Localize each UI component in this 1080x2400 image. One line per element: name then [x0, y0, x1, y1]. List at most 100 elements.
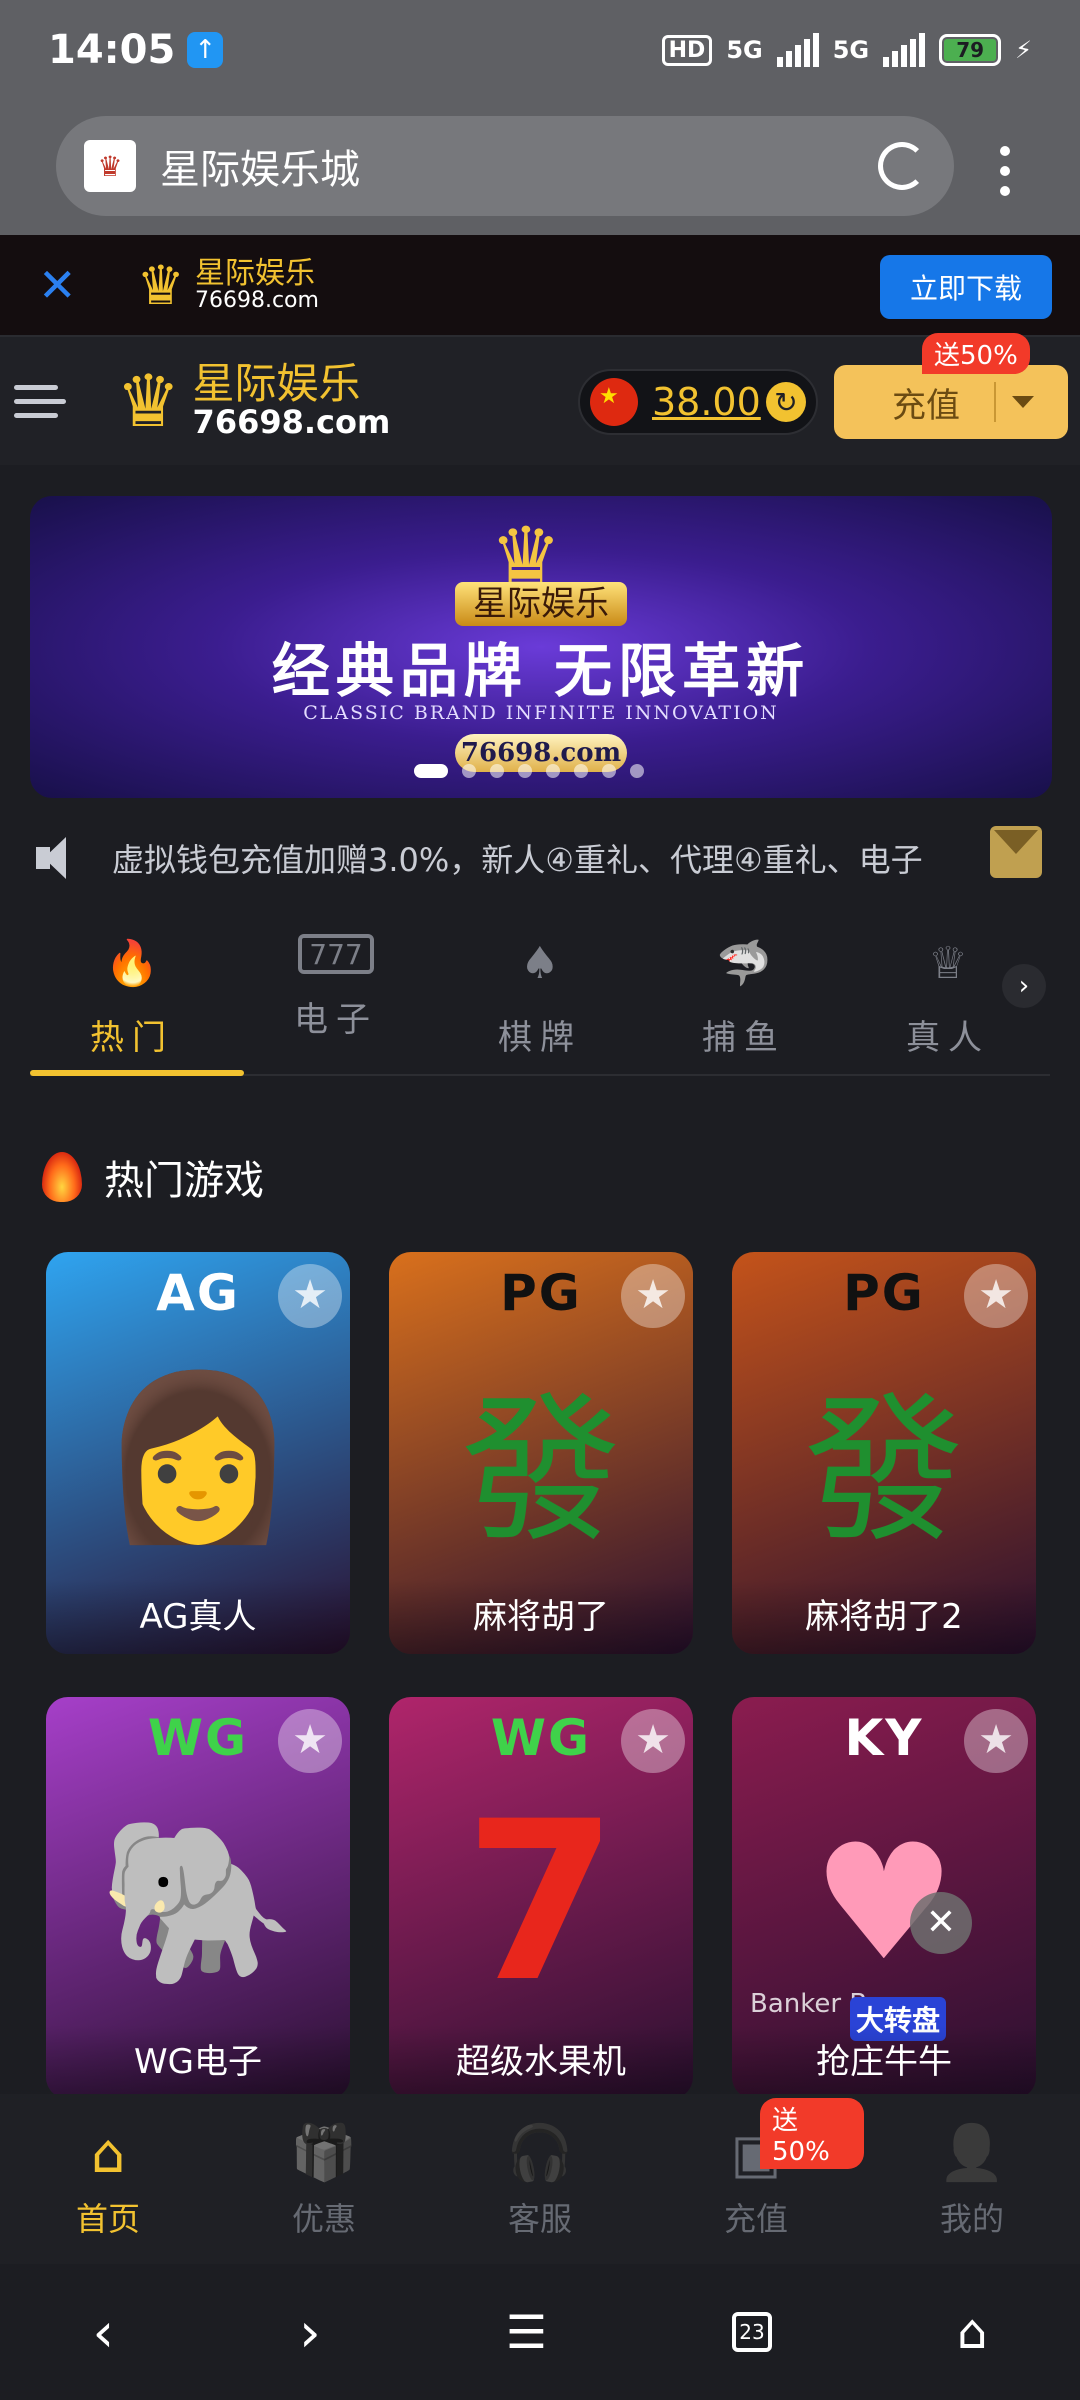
seven-icon: 7	[464, 1774, 618, 2030]
recharge-button[interactable]: 充值	[834, 365, 1068, 439]
signal-icon	[883, 33, 926, 67]
tab-category[interactable]: ♠ 棋牌	[438, 904, 642, 1074]
battery-level: 79	[944, 39, 997, 61]
elephant-icon: 🐘	[98, 1807, 298, 1995]
mahjong-icon: 發	[460, 1377, 621, 1564]
section-title: 热门游戏	[104, 1158, 264, 1204]
game-card[interactable]: 發 PG ★ 麻将胡了2	[732, 1252, 1036, 1654]
game-name: 抢庄牛牛	[732, 2025, 1036, 2099]
game-card[interactable]: 發 PG ★ 麻将胡了	[389, 1252, 693, 1654]
tab-category[interactable]: 🔥 热门	[30, 904, 244, 1076]
favorite-star-icon[interactable]: ★	[278, 1709, 342, 1773]
tab-label: 真人	[906, 1018, 990, 1058]
favorite-star-icon[interactable]: ★	[621, 1264, 685, 1328]
tab-label: 棋牌	[498, 1018, 582, 1058]
recharge-label: 充值	[892, 385, 960, 426]
menu-icon[interactable]	[14, 384, 66, 418]
active-tab-indicator	[30, 1070, 244, 1076]
tab-label: 电子	[294, 1000, 378, 1040]
crown-icon: ♛	[136, 253, 185, 317]
favorite-star-icon[interactable]: ★	[621, 1709, 685, 1773]
china-flag-icon	[590, 378, 638, 426]
game-name: WG电子	[46, 2025, 350, 2099]
carousel-dot[interactable]	[630, 764, 644, 778]
download-button[interactable]: 立即下载	[880, 255, 1052, 319]
tabs-count-icon[interactable]: 23	[731, 2312, 772, 2352]
reload-icon[interactable]	[878, 142, 926, 190]
slot-777-icon: 777	[298, 934, 374, 974]
fire-icon: 🔥	[104, 938, 160, 989]
carousel-dots[interactable]	[414, 764, 644, 778]
nav-label: 我的	[939, 2200, 1004, 2238]
game-card[interactable]: 🐘 WG ★ WG电子	[46, 1697, 350, 2099]
nav-label: 客服	[507, 2200, 572, 2238]
dragon-mahjong-icon: 發	[803, 1377, 964, 1564]
status-time: 14:05	[48, 27, 176, 73]
nav-item[interactable]: 👤 我的	[864, 2094, 1080, 2264]
tab-label: 捕鱼	[702, 1018, 786, 1058]
forward-icon[interactable]: ›	[299, 2301, 321, 2364]
nav-item[interactable]: 🎁 优惠	[216, 2094, 432, 2264]
home-icon[interactable]: ⌂	[957, 2304, 987, 2360]
logo-domain: 76698.com	[192, 403, 391, 442]
address-bar[interactable]: ♛ 星际娱乐城	[56, 116, 954, 216]
network-label-2: 5G	[832, 36, 870, 64]
app-header: ♛ 星际娱乐 76698.com 38.00 ↻ 充值 送50%	[0, 333, 1080, 465]
favorite-star-icon[interactable]: ★	[278, 1264, 342, 1328]
hero-subtitle: CLASSIC BRAND INFINITE INNOVATION	[303, 702, 779, 724]
hero-brand-label: 星际娱乐	[455, 582, 627, 626]
hero-title: 经典品牌 无限革新	[271, 637, 811, 705]
fire-icon	[42, 1152, 82, 1202]
game-card[interactable]: 7 WG ★ 超级水果机	[389, 1697, 693, 2099]
wallet-balance[interactable]: 38.00 ↻	[578, 369, 818, 435]
status-bar: 14:05 ↑ HD 5G 5G 79 ⚡	[0, 0, 1080, 100]
browser-toolbar: ♛ 星际娱乐城	[0, 100, 1080, 235]
nav-item[interactable]: 🎧 客服	[432, 2094, 648, 2264]
favorite-star-icon[interactable]: ★	[964, 1264, 1028, 1328]
user-icon: 👤	[938, 2121, 1006, 2184]
hd-voice-icon: HD	[661, 34, 713, 66]
tab-category[interactable]: 🦈 捕鱼	[642, 904, 846, 1074]
promo-badge: 送50%	[922, 333, 1030, 374]
game-name: AG真人	[46, 1580, 350, 1654]
carousel-dot[interactable]	[546, 764, 560, 778]
carousel-dot[interactable]	[462, 764, 476, 778]
logo-text: 星际娱乐 76698.com	[195, 258, 319, 313]
announcement-bar[interactable]: 虚拟钱包充值加赠3.0%，新人④重礼、代理④重礼、电子	[0, 812, 1080, 904]
close-icon[interactable]: ✕	[38, 258, 77, 312]
speaker-icon	[36, 835, 82, 881]
menu-icon[interactable]: ☰	[506, 2305, 547, 2359]
crown-icon: ♛	[116, 359, 181, 443]
game-card[interactable]: 👩 AG ★ AG真人	[46, 1252, 350, 1654]
nav-item[interactable]: ⌂ 首页	[0, 2094, 216, 2264]
charging-icon: ⚡	[1015, 36, 1032, 64]
carousel-dot[interactable]	[490, 764, 504, 778]
favorite-star-icon[interactable]: ★	[964, 1709, 1028, 1773]
brand-logo[interactable]: ♛ 星际娱乐 76698.com	[116, 359, 390, 443]
game-name: 麻将胡了2	[732, 1580, 1036, 1654]
hero-banner[interactable]: ♛ 星际娱乐 经典品牌 无限革新 CLASSIC BRAND INFINITE …	[30, 496, 1052, 798]
more-menu-icon[interactable]	[1000, 146, 1010, 196]
carousel-dot[interactable]	[414, 764, 448, 778]
logo-name: 星际娱乐	[194, 255, 315, 291]
back-icon[interactable]: ‹	[93, 2301, 115, 2364]
chevron-down-icon[interactable]	[1012, 396, 1034, 408]
nav-item[interactable]: ▣ 充值 送50%	[648, 2094, 864, 2264]
carousel-dot[interactable]	[602, 764, 616, 778]
refresh-icon[interactable]: ↻	[766, 382, 806, 422]
close-icon[interactable]: ✕	[910, 1892, 972, 1954]
carousel-dot[interactable]	[574, 764, 588, 778]
balance-value: 38.00	[652, 380, 761, 424]
logo-text: 星际娱乐 76698.com	[193, 362, 391, 440]
carousel-dot[interactable]	[518, 764, 532, 778]
tab-category[interactable]: 777 电子	[234, 904, 438, 1074]
mail-icon[interactable]	[990, 826, 1042, 878]
game-name: 麻将胡了	[389, 1580, 693, 1654]
category-tabs: 🔥 热门 777 电子 ♠ 棋牌 🦈 捕鱼 ♕ 真人	[30, 904, 1050, 1076]
gift-icon: 🎁	[290, 2121, 358, 2184]
app-download-banner: ✕ ♛ 星际娱乐 76698.com 立即下载	[0, 235, 1080, 337]
section-header: 热门游戏	[42, 1148, 264, 1206]
chevron-right-icon[interactable]: ›	[1002, 964, 1046, 1008]
game-card[interactable]: ♥ KY ★ Banker B 大转盘 抢庄牛牛	[732, 1697, 1036, 2099]
promo-badge: 送50%	[760, 2098, 864, 2169]
